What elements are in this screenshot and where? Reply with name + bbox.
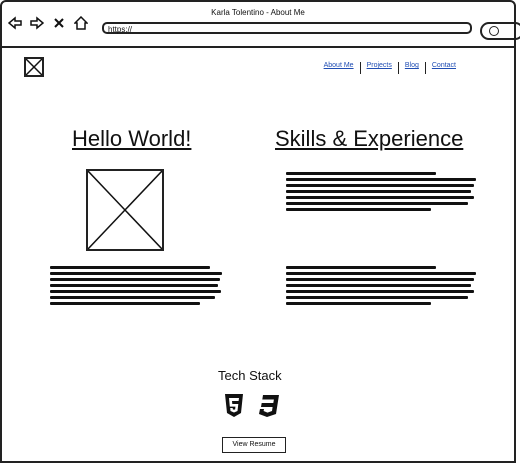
hello-heading: Hello World! — [72, 126, 192, 151]
text-line — [286, 178, 476, 181]
view-resume-button[interactable]: View Resume — [222, 437, 286, 453]
text-line — [50, 278, 220, 281]
text-line — [286, 302, 431, 305]
nav-about[interactable]: About Me — [318, 62, 360, 74]
url-input[interactable]: https:// — [102, 22, 472, 34]
tech-stack-icons — [224, 394, 279, 417]
experience-text-block — [286, 266, 478, 308]
skills-heading: Skills & Experience — [275, 126, 464, 151]
text-line — [50, 302, 200, 305]
back-arrow-icon[interactable] — [7, 16, 22, 30]
text-line — [286, 172, 436, 175]
text-line — [286, 278, 474, 281]
nav-contact[interactable]: Contact — [426, 62, 462, 74]
text-line — [286, 196, 474, 199]
text-line — [286, 208, 431, 211]
html5-icon — [224, 394, 244, 417]
profile-image-placeholder — [86, 169, 164, 251]
skills-text-block — [286, 172, 478, 214]
text-line — [50, 284, 218, 287]
text-line — [50, 290, 221, 293]
text-line — [286, 184, 474, 187]
search-icon — [489, 26, 499, 36]
text-line — [50, 266, 210, 269]
browser-titlebar: Karla Tolentino - About Me https:// — [2, 2, 520, 48]
browser-window: Karla Tolentino - About Me https:// Abou… — [0, 0, 520, 463]
text-line — [286, 284, 471, 287]
nav-blog[interactable]: Blog — [399, 62, 425, 74]
search-field[interactable] — [480, 22, 520, 40]
tech-stack-heading: Tech Stack — [218, 368, 282, 383]
text-line — [50, 272, 222, 275]
logo-placeholder — [24, 57, 44, 77]
top-nav: About Me Projects Blog Contact — [318, 62, 462, 74]
text-line — [50, 296, 215, 299]
text-line — [286, 266, 436, 269]
text-line — [286, 272, 476, 275]
text-line — [286, 296, 468, 299]
text-line — [286, 290, 474, 293]
browser-nav — [7, 15, 89, 30]
text-line — [286, 202, 468, 205]
css3-icon — [258, 394, 279, 417]
text-line — [286, 190, 471, 193]
forward-arrow-icon[interactable] — [30, 16, 45, 30]
nav-projects[interactable]: Projects — [361, 62, 398, 74]
home-icon[interactable] — [73, 15, 89, 30]
close-icon[interactable] — [52, 16, 66, 30]
about-text-block — [50, 266, 222, 308]
